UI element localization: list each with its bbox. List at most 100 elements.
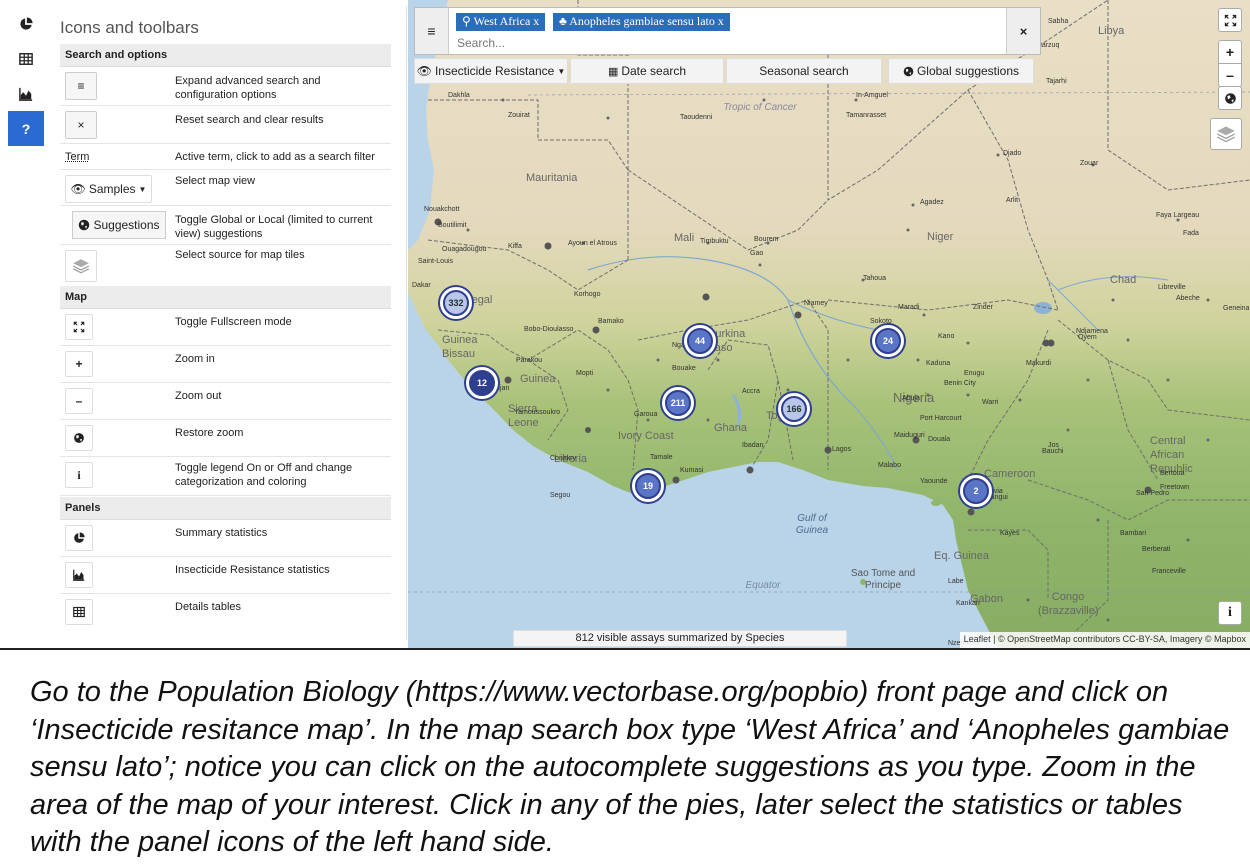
info-icon: i xyxy=(1228,605,1232,620)
section-map: Map xyxy=(60,286,391,309)
place-label: Nouakchott xyxy=(424,206,460,213)
layers-icon xyxy=(1216,126,1236,143)
close-icon: × xyxy=(65,111,97,139)
map-cluster-marker[interactable]: 332 xyxy=(440,287,472,319)
fullscreen-icon xyxy=(1224,14,1236,26)
menu-icon: ≡ xyxy=(427,23,436,39)
place-label: Kaduna xyxy=(926,360,951,367)
place-label: Ibadan xyxy=(742,442,764,449)
place-label: Warri xyxy=(982,399,999,406)
map-cluster-marker[interactable]: 211 xyxy=(662,387,694,419)
view-select-dropdown[interactable]: 👁 Insecticide Resistance ▼ xyxy=(414,58,568,84)
country-label: Ivory Coast xyxy=(618,430,674,442)
global-suggestions-toggle[interactable]: Global suggestions xyxy=(888,58,1034,84)
place-label: Zouar xyxy=(1080,160,1099,167)
caret-down-icon: ▼ xyxy=(138,184,147,194)
suggestions-button-example: Suggestions xyxy=(72,211,166,239)
place-label: Enugu xyxy=(964,370,985,377)
map-cluster-marker[interactable]: 19 xyxy=(632,470,664,502)
map-marker-icon: ⚲ xyxy=(462,14,471,28)
section-search-and-options: Search and options xyxy=(60,44,391,67)
restore-zoom-button[interactable] xyxy=(1218,86,1242,110)
place-label: Niamey xyxy=(804,300,828,307)
place-label: Zinder xyxy=(973,304,993,311)
place-label: Geneina xyxy=(1223,305,1250,312)
seasonal-search-button[interactable]: Seasonal search xyxy=(726,58,882,84)
place-label: Maiduguri xyxy=(894,432,925,439)
place-label: Kano xyxy=(938,333,955,340)
place-label: San Pedro xyxy=(1136,490,1170,497)
legend-row-zoomin: + Zoom in xyxy=(60,347,391,383)
expand-options-button[interactable]: ≡ xyxy=(415,8,449,54)
legend-row-samples: 👁 Samples ▼ Select map view xyxy=(60,171,391,206)
term-example: Term xyxy=(65,151,90,163)
place-label: Kumasi xyxy=(680,467,704,474)
map-cluster-marker[interactable]: 44 xyxy=(684,325,716,357)
legend-row-summary: Summary statistics xyxy=(60,521,391,557)
map-cluster-marker[interactable]: 12 xyxy=(466,367,498,399)
country-label: Eq. Guinea xyxy=(934,550,990,562)
reset-search-button[interactable]: × xyxy=(1006,8,1040,54)
search-tag-species[interactable]: ♣ Anopheles gambiae sensu lato x xyxy=(553,13,730,31)
tile-layers-button[interactable] xyxy=(1210,118,1242,150)
place-label: Malabo xyxy=(878,462,901,469)
place-label: Parakou xyxy=(516,357,543,364)
legend-row-reset: × Reset search and clear results xyxy=(60,107,391,144)
place-label: Lagos xyxy=(832,446,852,453)
place-label: Garoua xyxy=(634,411,658,418)
legend-toggle-button[interactable]: i xyxy=(1218,601,1242,625)
map-view[interactable]: Libya Mauritania Mali Niger Chad Nigeria… xyxy=(408,0,1250,648)
map-cluster-marker[interactable]: 2 xyxy=(960,475,992,507)
country-label: Mauritania xyxy=(526,172,578,184)
place-label: Arlit xyxy=(1006,197,1019,204)
zoom-out-button[interactable]: – xyxy=(1218,63,1242,87)
plus-icon: + xyxy=(65,351,93,377)
place-label: Accra xyxy=(742,388,760,395)
place-label: Yaounde xyxy=(920,478,948,485)
legend-row-fullscreen: Toggle Fullscreen mode xyxy=(60,310,391,346)
question-mark-icon: ? xyxy=(21,120,31,137)
table-icon xyxy=(65,599,93,625)
map-attribution[interactable]: Leaflet | © OpenStreetMap contributors C… xyxy=(959,632,1250,648)
help-rail-button[interactable]: ? xyxy=(8,111,44,146)
date-search-button[interactable]: ▦ Date search xyxy=(570,58,724,84)
sea-label: Equator xyxy=(745,580,781,591)
pie-chart-icon xyxy=(20,16,33,30)
divider xyxy=(0,648,1250,650)
details-tables-rail-button[interactable] xyxy=(8,41,44,76)
fullscreen-button[interactable] xyxy=(1218,8,1242,32)
samples-dropdown-example: 👁 Samples ▼ xyxy=(65,175,152,203)
place-label: Abuja xyxy=(902,395,920,402)
summary-statistics-rail-button[interactable] xyxy=(8,6,44,41)
place-label: Korhogo xyxy=(574,291,601,298)
place-label: Ouagadougou xyxy=(442,246,487,253)
eye-icon: 👁 xyxy=(416,64,432,78)
place-label: Berberati xyxy=(1142,546,1171,553)
fullscreen-icon xyxy=(65,314,93,340)
info-icon: i xyxy=(65,462,93,488)
minus-icon: – xyxy=(65,388,93,414)
zoom-in-button[interactable]: + xyxy=(1218,40,1242,64)
place-label: Tahoua xyxy=(863,275,886,282)
menu-icon: ≡ xyxy=(65,72,97,100)
country-label: Sierra Leone xyxy=(508,403,539,429)
search-tag-region[interactable]: ⚲ West Africa x xyxy=(456,13,546,31)
area-chart-icon xyxy=(65,562,93,588)
place-label: Port Harcourt xyxy=(920,415,962,422)
map-cluster-marker[interactable]: 24 xyxy=(872,325,904,357)
eye-icon: 👁 xyxy=(70,182,86,196)
place-label: Labe xyxy=(948,578,964,585)
place-label: Agadez xyxy=(920,199,944,206)
map-cluster-marker[interactable]: 166 xyxy=(778,393,810,425)
layers-icon xyxy=(65,250,97,282)
search-input[interactable] xyxy=(457,34,997,52)
place-label: Mopti xyxy=(576,370,594,377)
ir-statistics-rail-button[interactable] xyxy=(8,76,44,111)
place-label: Zouirat xyxy=(508,112,530,119)
place-label: Bertoua xyxy=(1160,470,1185,477)
place-label: Saint-Louis xyxy=(418,258,454,265)
legend-row-ir-stats: Insecticide Resistance statistics xyxy=(60,558,391,594)
place-label: Sokoto xyxy=(870,318,892,325)
place-label: Tamanrasset xyxy=(846,112,887,119)
table-icon xyxy=(19,52,33,65)
